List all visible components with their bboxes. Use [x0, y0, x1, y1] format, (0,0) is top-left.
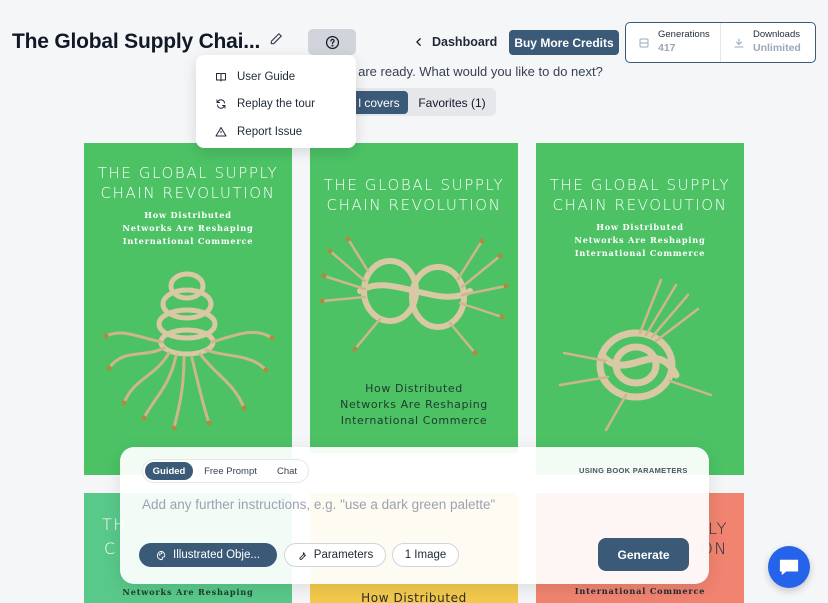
images-label: 1 Image	[404, 549, 447, 561]
prompt-input[interactable]: Add any further instructions, e.g. "use …	[142, 497, 495, 512]
book-icon	[216, 72, 226, 82]
cover-card[interactable]: THE GLOBAL SUPPLY CHAIN REVOLUTION How D…	[310, 143, 518, 453]
warning-icon	[215, 126, 227, 137]
parameters-label: Parameters	[313, 549, 374, 561]
wrench-icon	[299, 551, 306, 560]
using-book-parameters-label: USING BOOK PARAMETERS	[579, 466, 688, 475]
page-title: The Global Supply Chai...	[12, 30, 261, 53]
tab-all-covers[interactable]: l covers	[350, 91, 408, 114]
rope-bundle-illustration	[558, 278, 713, 432]
cover-title-line: CHAIN REVOLUTION	[100, 184, 276, 202]
buy-credits-button[interactable]: Buy More Credits	[509, 30, 619, 55]
cover-title-line: THE GLOBAL SUPPLY	[97, 164, 279, 182]
generations-stat: Generations 417	[626, 23, 720, 62]
refresh-icon	[216, 99, 226, 109]
question-circle-icon	[325, 35, 339, 49]
support-chat-button[interactable]	[768, 546, 810, 588]
cover-subtitle-line: How Distributed	[144, 210, 232, 220]
menu-item-label: Report Issue	[237, 125, 303, 138]
help-menu: User Guide Replay the tour Report Issue	[196, 55, 356, 148]
cover-card[interactable]: THE GLOBAL SUPPLY CHAIN REVOLUTION How D…	[536, 143, 744, 475]
cover-subtitle-line: How Distributed	[361, 591, 467, 603]
cover-subtitle-line: Networks Are Reshaping	[340, 398, 488, 411]
downloads-label: Downloads	[753, 29, 800, 40]
downloads-value: Unlimited	[753, 42, 801, 54]
cover-subtitle-line: How Distributed	[365, 382, 463, 395]
palette-icon	[156, 550, 166, 560]
mode-free-prompt[interactable]: Free Prompt	[197, 462, 264, 480]
menu-item-report-issue[interactable]: Report Issue	[196, 118, 356, 146]
images-button[interactable]: 1 Image	[392, 543, 459, 567]
cover-subtitle-line: International Commerce	[340, 414, 488, 427]
generate-button[interactable]: Generate	[598, 538, 689, 571]
menu-item-label: Replay the tour	[237, 98, 315, 111]
menu-item-user-guide[interactable]: User Guide	[196, 63, 356, 91]
cover-subtitle-line: International Commerce	[574, 248, 706, 258]
cover-title-line: THE GLOBAL SUPPLY	[549, 176, 731, 194]
style-selector-button[interactable]: Illustrated Obje...	[139, 543, 277, 567]
usage-stats: Generations 417 Downloads Unlimited	[625, 22, 816, 63]
rope-knot-illustration	[319, 236, 509, 356]
pencil-icon	[270, 33, 282, 45]
cover-title-line: THE GLOBAL SUPPLY	[323, 176, 505, 194]
menu-item-replay-tour[interactable]: Replay the tour	[196, 91, 356, 119]
cover-subtitle-line: Networks Are Reshaping	[122, 223, 254, 233]
chat-bubble-icon	[779, 559, 799, 576]
intro-text: s are ready. What would you like to do n…	[348, 64, 603, 79]
cover-card[interactable]: THE GLOBAL SUPPLY CHAIN REVOLUTION How D…	[84, 143, 292, 475]
style-label: Illustrated Obje...	[173, 549, 260, 561]
mode-chat[interactable]: Chat	[268, 462, 306, 480]
cover-title-line: CHAIN REVOLUTION	[326, 196, 502, 214]
chevron-left-icon	[416, 38, 421, 46]
cover-subtitle-line: Networks Are Reshaping	[574, 235, 706, 245]
rope-illustration	[103, 271, 275, 431]
tab-favorites[interactable]: Favorites (1)	[414, 91, 490, 114]
cover-subtitle-line: International Commerce	[122, 236, 254, 246]
cover-subtitle-line: Networks Are Reshaping	[122, 587, 254, 597]
generations-label: Generations	[658, 29, 710, 40]
help-button[interactable]	[308, 29, 356, 55]
download-icon	[734, 38, 744, 48]
generations-value: 417	[658, 42, 676, 54]
cover-subtitle-line: How Distributed	[596, 222, 684, 232]
image-stack-icon	[639, 38, 649, 48]
mode-guided[interactable]: Guided	[145, 462, 193, 480]
edit-title-button[interactable]	[265, 28, 287, 50]
cover-title-line: CHAIN REVOLUTION	[552, 196, 728, 214]
downloads-stat: Downloads Unlimited	[720, 23, 815, 62]
cover-subtitle-line: International Commerce	[574, 586, 706, 596]
parameters-button[interactable]: Parameters	[284, 543, 386, 567]
dashboard-label: Dashboard	[432, 35, 498, 49]
cover-title-fragment: LY	[708, 519, 728, 538]
menu-item-label: User Guide	[237, 70, 296, 83]
dashboard-link[interactable]: Dashboard	[414, 33, 497, 51]
